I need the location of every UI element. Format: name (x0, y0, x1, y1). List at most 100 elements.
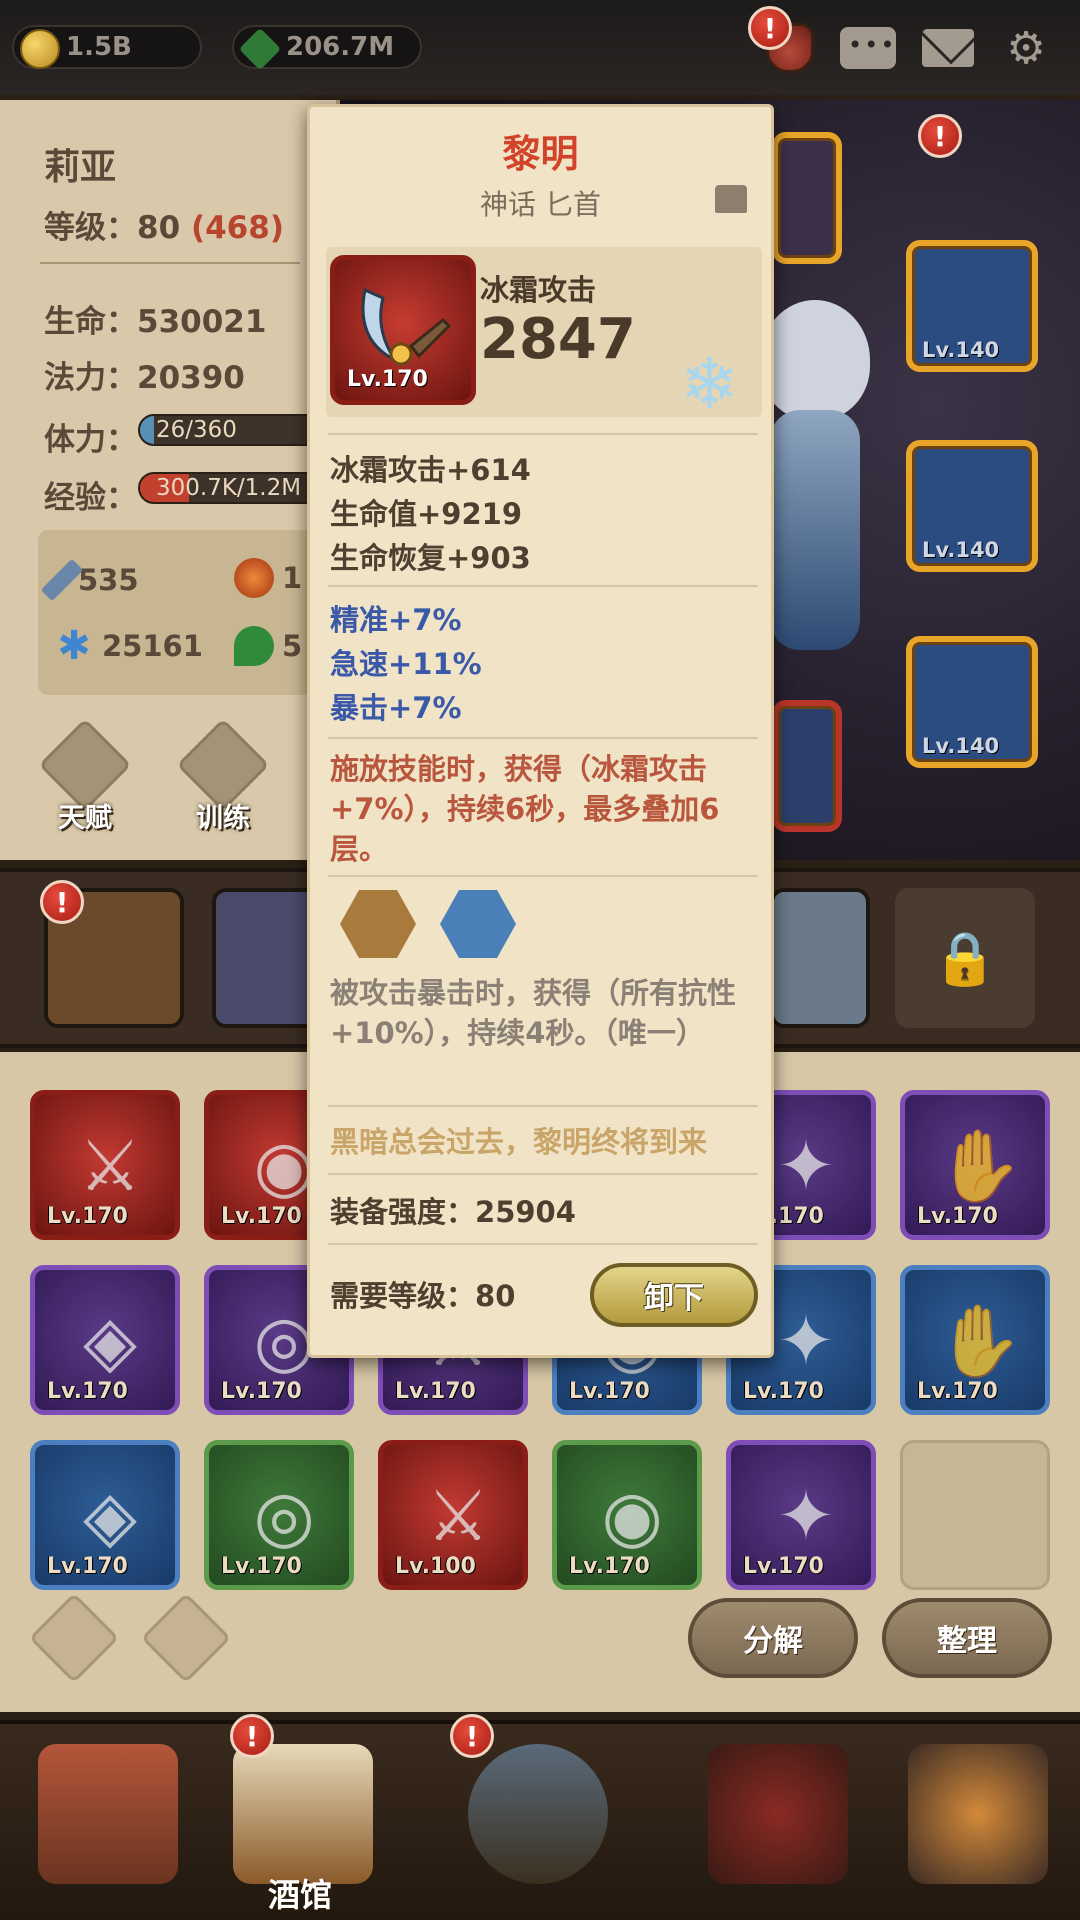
equip-slot-helmet[interactable] (772, 132, 842, 264)
exp-text: 300.7K/1.2M (156, 475, 302, 501)
frost-stat: ✱ 25161 (54, 626, 203, 666)
gem-counter[interactable]: 206.7M (232, 25, 422, 71)
gold-coin-icon (20, 29, 60, 69)
gold-counter[interactable]: 1.5B (12, 25, 202, 69)
fire-value: 1 (282, 561, 303, 595)
divider (40, 262, 300, 264)
alert-badge: ! (230, 1714, 274, 1758)
item-icon: ⚔ (78, 1125, 142, 1207)
inventory-slot[interactable]: ◈ Lv.170 (30, 1265, 180, 1415)
item-tooltip: 黎明 神话 匕首 Lv.170 冰霜攻击 2847 ❄ 冰霜攻击+614 生命值… (307, 104, 774, 1358)
item-level: Lv.170 (743, 1554, 824, 1579)
attribute-panel (38, 530, 338, 695)
inventory-slot[interactable]: ◈ Lv.170 (30, 1440, 180, 1590)
inventory-slot[interactable]: ⚔ Lv.100 (378, 1440, 528, 1590)
base-stat: 生命恢复+903 (330, 541, 531, 575)
inventory-slot[interactable]: ◎ Lv.170 (204, 1440, 354, 1590)
required-level-label: 需要等级： (330, 1279, 476, 1313)
chat-icon (840, 27, 896, 69)
chat-button[interactable] (838, 18, 898, 78)
equip-slot-necklace[interactable]: Lv.140 (906, 240, 1038, 372)
training-button[interactable]: 训练 (168, 718, 278, 834)
item-level: Lv.100 (395, 1554, 476, 1579)
item-icon: ✦ (776, 1475, 836, 1557)
alert-badge: ! (450, 1714, 494, 1758)
alert-badge: ! (748, 6, 792, 50)
divider (328, 1173, 758, 1175)
divider (328, 875, 758, 877)
hp-label: 生命： (44, 304, 137, 340)
equip-slot-cloak[interactable]: Lv.140 (906, 440, 1038, 572)
power-label: 装备强度： (330, 1195, 476, 1229)
forge-icon (908, 1744, 1048, 1884)
top-bar: 1.5B 206.7M ! ⚙ (0, 0, 1080, 95)
frost-icon: ✱ (57, 623, 91, 669)
talent-button[interactable]: 天赋 (30, 718, 140, 834)
empty-inventory-slot[interactable] (900, 1440, 1050, 1590)
item-level: Lv.170 (917, 1379, 998, 1404)
item-icon: ◎ (253, 1475, 315, 1557)
item-level: Lv.170 (569, 1379, 650, 1404)
leaf-icon (234, 626, 274, 666)
nav-forge[interactable] (880, 1720, 1070, 1920)
divider (328, 1105, 758, 1107)
power-value: 25904 (475, 1195, 576, 1229)
hp-value: 530021 (137, 304, 267, 340)
slot-level: Lv.140 (922, 338, 1000, 362)
inventory-slot[interactable]: ✦ Lv.170 (726, 1440, 876, 1590)
item-icon: ✦ (776, 1125, 836, 1207)
training-label: 训练 (196, 803, 250, 834)
decompose-button[interactable]: 分解 (688, 1598, 858, 1678)
mail-button[interactable] (918, 18, 978, 78)
item-icon: ⚔ (426, 1475, 490, 1557)
locked-slot[interactable]: 🔒 (895, 888, 1035, 1028)
nav-chest[interactable] (680, 1720, 870, 1920)
settings-button[interactable]: ⚙ (996, 18, 1056, 78)
item-level: Lv.170 (347, 367, 428, 392)
item-level: Lv.170 (47, 1379, 128, 1404)
item-icon: ✦ (776, 1300, 836, 1382)
item-level: Lv.170 (47, 1204, 128, 1229)
nav-house[interactable] (10, 1720, 200, 1920)
inventory-slot[interactable]: ✋ Lv.170 (900, 1090, 1050, 1240)
gem-icon (238, 27, 282, 71)
item-name: 黎明 (502, 132, 579, 176)
hero-level-row: 等级：80 (468) (44, 202, 284, 247)
equip-slot-armor[interactable] (772, 700, 842, 832)
level-value: 80 (137, 210, 181, 246)
unequip-button[interactable]: 卸下 (590, 1263, 758, 1327)
item-level: Lv.170 (917, 1204, 998, 1229)
hp-row: 生命：530021 (44, 296, 266, 341)
snowflake-icon: ❄ (680, 343, 739, 425)
talent-label: 天赋 (58, 803, 112, 834)
gold-amount: 1.5B (66, 32, 132, 62)
attack-value: 535 (78, 563, 139, 597)
stamina-fill (140, 416, 154, 444)
item-icon: ✋ (936, 1300, 1024, 1382)
inventory-slot[interactable]: ⚔Lv.170 (30, 1090, 180, 1240)
item-level: Lv.170 (395, 1379, 476, 1404)
bonus-stat: 急速+11% (330, 647, 482, 681)
hero-portrait-selected[interactable] (770, 888, 870, 1028)
slot-level: Lv.140 (922, 734, 1000, 758)
divider (328, 585, 758, 587)
base-stat: 冰霜攻击+614 (330, 453, 531, 487)
equip-slot-ring[interactable]: Lv.140 (906, 636, 1038, 768)
slot-level: Lv.140 (922, 538, 1000, 562)
nav-tavern[interactable]: 酒馆 (205, 1720, 395, 1920)
gem-socket-brown[interactable] (340, 890, 416, 958)
sort-button[interactable]: 整理 (882, 1598, 1052, 1678)
flavor-text: 黑暗总会过去，黎明终将到来 (330, 1125, 708, 1159)
fire-stat: 1 (234, 558, 302, 598)
divider (328, 737, 758, 739)
attack-stat: 535 (40, 558, 139, 602)
gem-socket-blue[interactable] (440, 890, 516, 958)
mp-value: 20390 (137, 360, 245, 396)
lock-icon: 🔒 (932, 928, 998, 989)
inventory-slot[interactable]: ✋ Lv.170 (900, 1265, 1050, 1415)
stamina-label: 体力： (44, 422, 137, 458)
item-level: Lv.170 (743, 1379, 824, 1404)
inventory-slot[interactable]: ◉Lv.170 (552, 1440, 702, 1590)
item-icon: ◈ (83, 1300, 137, 1382)
flame-icon (234, 558, 274, 598)
